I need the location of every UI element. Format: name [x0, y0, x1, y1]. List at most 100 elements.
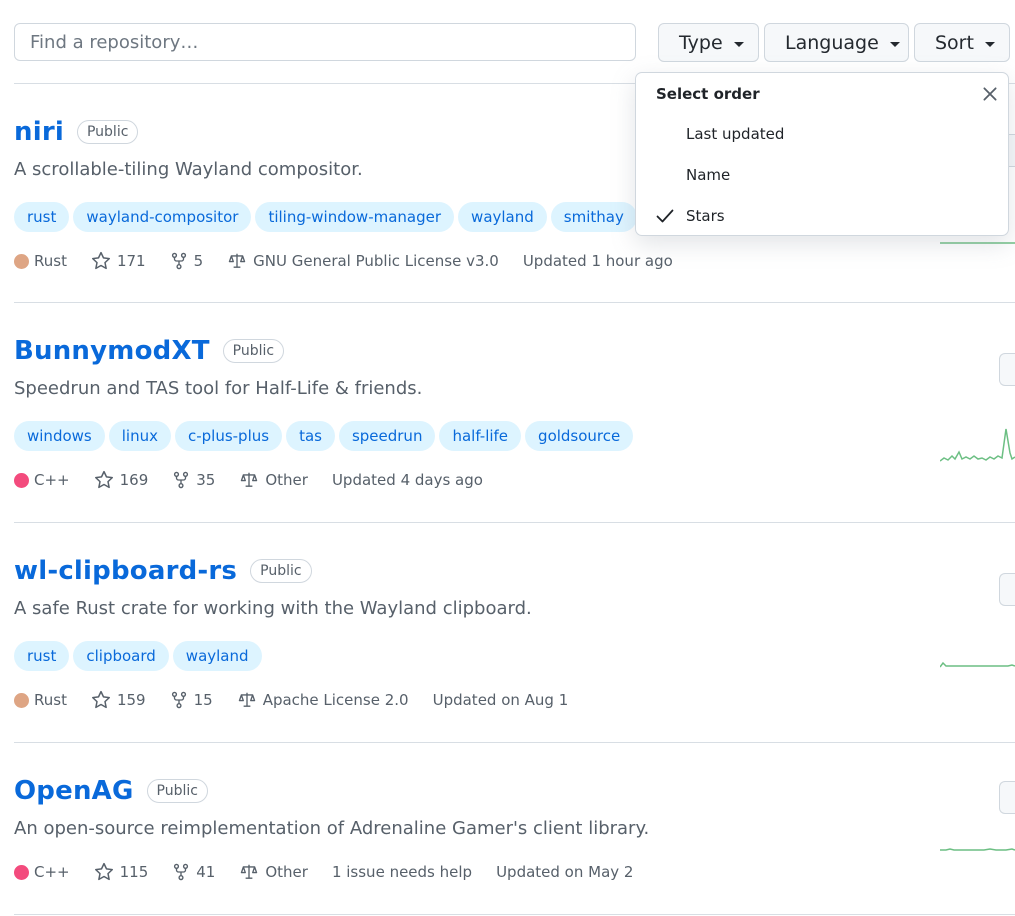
topic-tag[interactable]: clipboard [73, 641, 169, 671]
sort-option-label: Last updated [686, 125, 785, 143]
license-info: Apache License 2.0 [237, 691, 409, 709]
stars-link[interactable]: 159 [91, 690, 146, 710]
repo-list-item: BunnymodXT Public Speedrun and TAS tool … [14, 303, 1015, 522]
fork-count: 35 [196, 471, 216, 489]
star-button[interactable] [999, 781, 1015, 814]
topic-tag[interactable]: smithay [550, 202, 637, 232]
sort-option-label: Stars [686, 207, 725, 225]
repo-name-link[interactable]: wl-clipboard-rs [14, 556, 237, 586]
license-label: Other [265, 863, 308, 881]
star-count: 159 [116, 691, 146, 709]
repo-description: A safe Rust crate for working with the W… [14, 598, 532, 619]
star-icon [94, 470, 113, 489]
sort-option-stars[interactable]: Stars [636, 196, 1008, 236]
language-color-dot [14, 864, 29, 880]
type-filter-button[interactable]: Type [658, 23, 759, 62]
language-label: C++ [34, 863, 70, 881]
repo-language: Rust [14, 691, 67, 709]
topic-tag[interactable]: linux [108, 421, 171, 451]
sort-option-label: Name [686, 166, 731, 184]
repo-name-link[interactable]: niri [14, 117, 64, 147]
language-color-dot [14, 472, 29, 488]
license-label: Apache License 2.0 [262, 691, 409, 709]
find-repository-input[interactable] [14, 23, 636, 61]
forks-link[interactable]: 35 [172, 471, 215, 489]
repo-description: A scrollable-tiling Wayland compositor. [14, 159, 363, 180]
repo-language: C++ [14, 863, 70, 881]
sort-option-name[interactable]: Name [636, 155, 1008, 195]
close-icon[interactable] [981, 85, 999, 103]
star-button[interactable] [999, 353, 1015, 386]
repo-language: C++ [14, 471, 70, 489]
forks-link[interactable]: 5 [170, 252, 204, 270]
law-icon [238, 692, 255, 707]
topic-tag[interactable]: wayland [172, 641, 262, 671]
check-icon [656, 209, 674, 223]
topic-tag[interactable]: half-life [439, 421, 522, 451]
chevron-down-icon [733, 41, 744, 47]
updated-time: Updated on May 2 [496, 863, 634, 881]
topic-tag[interactable]: rust [14, 641, 70, 671]
fork-icon [174, 863, 189, 881]
language-filter-label: Language [785, 31, 879, 54]
star-icon [91, 690, 110, 709]
activity-sparkline [940, 428, 1015, 462]
topic-tag[interactable]: wayland-compositor [73, 202, 252, 232]
star-button[interactable] [999, 573, 1015, 606]
law-icon [241, 864, 258, 879]
star-count: 169 [119, 471, 149, 489]
stars-link[interactable]: 169 [94, 470, 149, 490]
updated-time: Updated 4 days ago [331, 471, 483, 489]
topic-tag[interactable]: tiling-window-manager [255, 202, 455, 232]
repo-list-item: OpenAG Public An open-source reimplement… [14, 743, 1015, 915]
repo-meta: Rust 171 5 GNU General Public License v3… [14, 251, 697, 271]
visibility-badge: Public [146, 779, 208, 803]
topic-tag[interactable]: goldsource [525, 421, 634, 451]
repo-name-link[interactable]: BunnymodXT [14, 336, 210, 366]
topic-tag[interactable]: c-plus-plus [174, 421, 283, 451]
topic-tag[interactable]: windows [14, 421, 105, 451]
repo-language: Rust [14, 252, 67, 270]
license-label: Other [265, 471, 308, 489]
repo-description: An open-source reimplementation of Adren… [14, 818, 650, 839]
license-info: Other [239, 471, 308, 489]
language-color-dot [14, 692, 29, 708]
law-icon [228, 253, 246, 268]
sort-menu-title: Select order [656, 85, 760, 103]
help-wanted-issues-link[interactable]: 1 issue needs help [332, 863, 472, 881]
fork-icon [171, 252, 186, 270]
divider [14, 914, 1015, 915]
sort-filter-label: Sort [935, 31, 974, 54]
activity-sparkline [940, 661, 1015, 668]
language-label: Rust [34, 691, 67, 709]
repo-name-link[interactable]: OpenAG [14, 776, 134, 806]
topic-tag[interactable]: speedrun [338, 421, 436, 451]
forks-link[interactable]: 15 [170, 691, 213, 709]
stars-link[interactable]: 171 [91, 251, 146, 271]
stars-link[interactable]: 115 [94, 862, 149, 882]
chevron-down-icon [984, 41, 995, 47]
visibility-badge: Public [250, 559, 312, 583]
updated-time: Updated on Aug 1 [432, 691, 569, 709]
visibility-badge: Public [76, 120, 139, 144]
topic-tag[interactable]: wayland [458, 202, 547, 232]
language-filter-button[interactable]: Language [764, 23, 909, 62]
fork-icon [174, 471, 189, 489]
sort-option-last-updated[interactable]: Last updated [636, 114, 1008, 154]
fork-count: 15 [193, 691, 213, 709]
license-info: Other [239, 863, 308, 881]
fork-count: 5 [193, 252, 204, 270]
topic-list: rust clipboard wayland [14, 641, 262, 671]
star-icon [94, 862, 113, 881]
visibility-badge: Public [222, 339, 285, 363]
topic-tag[interactable]: tas [286, 421, 335, 451]
star-count: 115 [119, 863, 149, 881]
topic-tag[interactable]: rust [14, 202, 70, 232]
language-color-dot [14, 253, 29, 269]
topic-list: windows linux c-plus-plus tas speedrun h… [14, 421, 634, 451]
license-label: GNU General Public License v3.0 [253, 252, 499, 270]
chevron-down-icon [889, 41, 900, 47]
star-icon [91, 251, 110, 270]
forks-link[interactable]: 41 [172, 863, 215, 881]
sort-filter-button[interactable]: Sort [914, 23, 1010, 62]
